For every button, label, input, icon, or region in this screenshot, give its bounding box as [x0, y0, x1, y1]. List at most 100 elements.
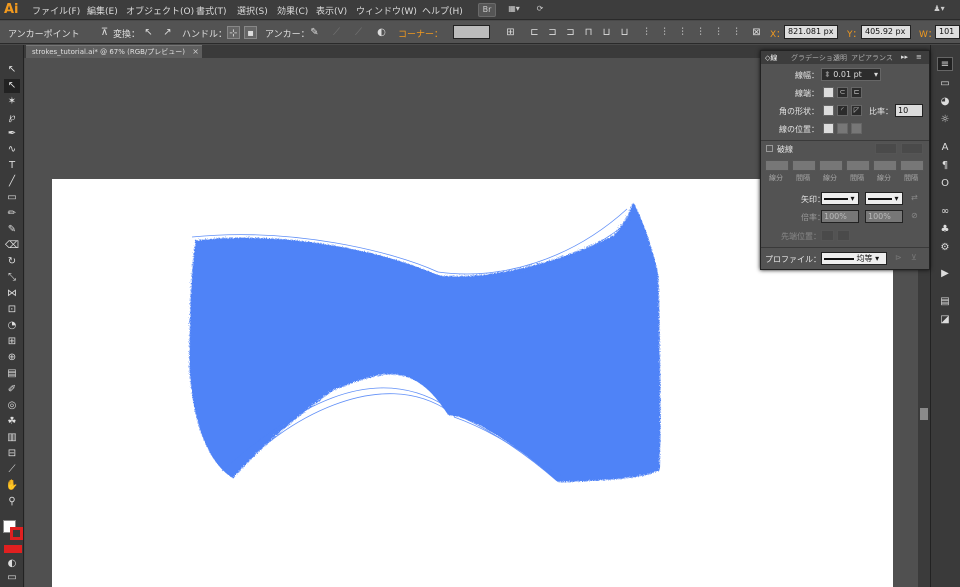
rotate-tool-icon[interactable]: ↻: [4, 255, 20, 269]
stroke-panel-icon[interactable]: ≡: [937, 57, 953, 71]
zoom-tool-icon[interactable]: ⚲: [4, 495, 20, 509]
gradient-panel-icon[interactable]: ▭: [937, 77, 953, 91]
link-scale-icon[interactable]: ⊘: [911, 211, 918, 220]
character-panel-icon[interactable]: A: [937, 141, 953, 155]
align-center-button[interactable]: [823, 123, 834, 134]
select-similar-icon[interactable]: ⊞: [504, 26, 517, 39]
remove-anchor-button[interactable]: ✎: [308, 26, 321, 39]
align-left-icon[interactable]: ⊏: [528, 26, 541, 39]
round-join-button[interactable]: ◜: [837, 105, 848, 116]
user-icon[interactable]: ♟▾: [930, 3, 948, 17]
scale-tool-icon[interactable]: ⤡: [4, 271, 20, 285]
sync-settings-icon[interactable]: ⟳: [533, 3, 547, 17]
graph-tool-icon[interactable]: ▥: [4, 431, 20, 445]
free-transform-tool-icon[interactable]: ⊡: [4, 303, 20, 317]
x-field[interactable]: 821.081 px: [784, 25, 838, 39]
projecting-cap-button[interactable]: ⊏: [851, 87, 862, 98]
color-mode-buttons[interactable]: [4, 545, 22, 553]
symbols-panel-icon[interactable]: ♣: [937, 223, 953, 237]
bridge-button[interactable]: Br: [478, 3, 496, 17]
curvature-tool-icon[interactable]: ∿: [4, 143, 20, 157]
hide-handles-button[interactable]: ▪: [244, 26, 257, 39]
align-right-icon[interactable]: ⊐: [564, 26, 577, 39]
menu-file[interactable]: ファイル(F): [32, 4, 80, 17]
distribute-bottom-icon[interactable]: ⫶: [676, 26, 689, 39]
corner-field[interactable]: [453, 25, 490, 39]
tab-transparency[interactable]: 透明: [833, 53, 847, 63]
document-tab[interactable]: strokes_tutorial.ai* @ 67% (RGB/プレビュー) ×: [26, 45, 202, 58]
artboard-tool-icon[interactable]: ⊟: [4, 447, 20, 461]
round-cap-button[interactable]: ⊂: [837, 87, 848, 98]
gap-1-field[interactable]: [792, 160, 816, 171]
y-field[interactable]: 405.92 px: [861, 25, 911, 39]
gradient-tool-icon[interactable]: ▤: [4, 367, 20, 381]
isolate-icon[interactable]: ◐: [375, 26, 388, 39]
menu-edit[interactable]: 編集(E): [87, 4, 118, 17]
panel-menu-icon[interactable]: ≡: [916, 53, 922, 61]
arrange-documents-button[interactable]: ▦▾: [503, 3, 525, 17]
gap-3-field[interactable]: [900, 160, 924, 171]
menu-type[interactable]: 書式(T): [196, 4, 227, 17]
ratio-field[interactable]: 10: [895, 104, 923, 117]
flip-along-icon[interactable]: ⊳: [895, 253, 902, 262]
dash-preserve-button[interactable]: [875, 143, 897, 154]
hand-tool-icon[interactable]: ✋: [4, 479, 20, 493]
draw-mode-icon[interactable]: ◐: [4, 557, 20, 571]
symbol-sprayer-tool-icon[interactable]: ☘: [4, 415, 20, 429]
align-hcenter-icon[interactable]: ⊐: [546, 26, 559, 39]
pencil-tool-icon[interactable]: ✎: [4, 223, 20, 237]
lasso-tool-icon[interactable]: ℘: [4, 111, 20, 125]
slice-tool-icon[interactable]: ⟋: [4, 463, 20, 477]
align-panel-icon[interactable]: ▤: [937, 295, 953, 309]
flip-across-icon[interactable]: ⊻: [911, 253, 917, 262]
scrollbar-thumb[interactable]: [920, 408, 928, 420]
rectangle-tool-icon[interactable]: ▭: [4, 191, 20, 205]
dash-1-field[interactable]: [765, 160, 789, 171]
eraser-tool-icon[interactable]: ⌫: [4, 239, 20, 253]
distribute-right-icon[interactable]: ⫶: [730, 26, 743, 39]
swap-arrows-icon[interactable]: ⇄: [911, 193, 918, 202]
dash-3-field[interactable]: [873, 160, 897, 171]
paragraph-panel-icon[interactable]: ¶: [937, 159, 953, 173]
tab-appearance[interactable]: アピアランス: [851, 53, 893, 63]
distribute-hcenter-icon[interactable]: ⫶: [712, 26, 725, 39]
w-field[interactable]: 101: [935, 25, 960, 39]
arrow-place-button[interactable]: [837, 230, 850, 241]
align-bottom-icon[interactable]: ⊔: [618, 26, 631, 39]
pen-tool-icon[interactable]: ✒: [4, 127, 20, 141]
stroke-swatch[interactable]: [10, 527, 23, 540]
type-tool-icon[interactable]: T: [4, 159, 20, 173]
distribute-top-icon[interactable]: ⫶: [640, 26, 653, 39]
selection-tool-icon[interactable]: ↖: [4, 63, 20, 77]
start-arrow-select[interactable]: ▾: [821, 192, 859, 205]
menu-select[interactable]: 選択(S): [237, 4, 268, 17]
align-inside-button[interactable]: [837, 123, 848, 134]
connect-anchor-button[interactable]: ⟋: [330, 26, 343, 39]
end-scale-field[interactable]: 100%: [865, 210, 903, 223]
butt-cap-button[interactable]: [823, 87, 834, 98]
miter-join-button[interactable]: [823, 105, 834, 116]
opentype-panel-icon[interactable]: O: [937, 177, 953, 191]
eyedropper-tool-icon[interactable]: ✐: [4, 383, 20, 397]
distribute-left-icon[interactable]: ⫶: [694, 26, 707, 39]
cut-path-button[interactable]: ⟋: [352, 26, 365, 39]
menu-object[interactable]: オブジェクト(O): [126, 4, 194, 17]
mesh-tool-icon[interactable]: ⊕: [4, 351, 20, 365]
dashed-checkbox[interactable]: [766, 145, 773, 152]
panel-collapse-icon[interactable]: ▸▸: [901, 53, 908, 61]
profile-select[interactable]: 均等 ▾: [821, 252, 887, 265]
end-arrow-select[interactable]: ▾: [865, 192, 903, 205]
tab-stroke[interactable]: ◇線: [765, 53, 777, 63]
graphic-styles-panel-icon[interactable]: ⚙: [937, 241, 953, 255]
blend-tool-icon[interactable]: ◎: [4, 399, 20, 413]
width-tool-icon[interactable]: ⋈: [4, 287, 20, 301]
start-scale-field[interactable]: 100%: [821, 210, 859, 223]
align-to-icon[interactable]: ⊠: [750, 26, 763, 39]
screen-mode-icon[interactable]: ▭: [4, 571, 20, 585]
dash-2-field[interactable]: [819, 160, 843, 171]
links-panel-icon[interactable]: ∞: [937, 205, 953, 219]
arrow-extend-button[interactable]: [821, 230, 834, 241]
bevel-join-button[interactable]: ◸: [851, 105, 862, 116]
paintbrush-tool-icon[interactable]: ✏: [4, 207, 20, 221]
perspective-grid-tool-icon[interactable]: ⊞: [4, 335, 20, 349]
